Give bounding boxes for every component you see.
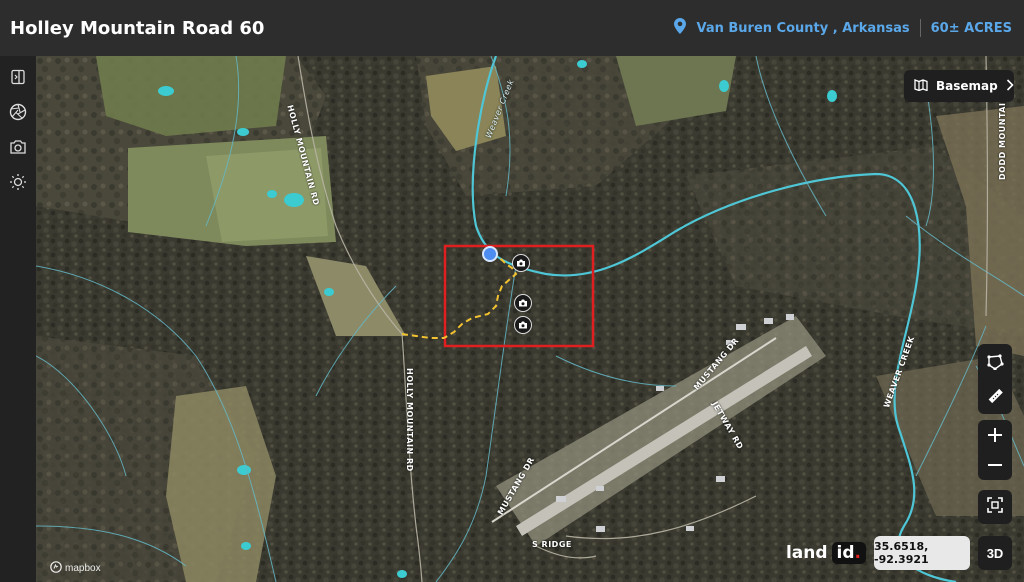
mapbox-label: mapbox bbox=[65, 563, 101, 574]
header-bar: Holley Mountain Road 60 Van Buren County… bbox=[0, 0, 1024, 56]
fullscreen-icon bbox=[987, 496, 1003, 518]
brand-land: land bbox=[785, 543, 828, 563]
camera-icon[interactable] bbox=[7, 136, 29, 158]
zoom-controls bbox=[978, 420, 1012, 480]
zoom-out-button[interactable] bbox=[987, 451, 1003, 479]
road-label-holly-mountain-south: HOLLY MOUNTAIN RD bbox=[405, 368, 414, 472]
photo-marker[interactable] bbox=[514, 316, 532, 334]
brand-id: id bbox=[836, 543, 855, 563]
aperture-icon[interactable] bbox=[7, 101, 29, 123]
draw-tools bbox=[978, 344, 1012, 414]
road-label-s-ridge: S RIDGE bbox=[532, 540, 572, 549]
mapbox-logo-icon bbox=[50, 561, 62, 576]
landid-logo: land id. bbox=[786, 542, 866, 564]
header-meta: Van Buren County , Arkansas 60± ACRES bbox=[674, 18, 1012, 38]
chevron-right-icon bbox=[1006, 78, 1014, 94]
basemap-label: Basemap bbox=[936, 79, 998, 93]
ruler-icon[interactable] bbox=[986, 381, 1004, 411]
map-canvas[interactable]: HOLLY MOUNTAIN RD HOLLY MOUNTAIN RD Weav… bbox=[36, 56, 1024, 582]
location-text: Van Buren County , Arkansas bbox=[696, 20, 910, 36]
left-toolbar bbox=[0, 56, 36, 582]
sidebar-toggle-icon[interactable] bbox=[7, 66, 29, 88]
page-title: Holley Mountain Road 60 bbox=[10, 17, 265, 39]
sun-icon[interactable] bbox=[7, 171, 29, 193]
coordinates-readout: 35.6518, -92.3921 bbox=[874, 536, 970, 570]
location-pin-marker[interactable] bbox=[482, 246, 498, 262]
location-pin-icon bbox=[674, 18, 687, 38]
view-3d-button[interactable]: 3D bbox=[978, 536, 1012, 570]
basemap-button[interactable]: Basemap bbox=[904, 70, 1014, 102]
mapbox-attribution: mapbox bbox=[50, 561, 101, 576]
photo-marker[interactable] bbox=[514, 294, 532, 312]
zoom-in-button[interactable] bbox=[987, 421, 1003, 449]
acreage-text: 60± ACRES bbox=[930, 20, 1012, 36]
fit-bounds-button[interactable] bbox=[978, 490, 1012, 524]
divider bbox=[919, 19, 921, 37]
photo-marker[interactable] bbox=[512, 254, 530, 272]
polygon-draw-icon[interactable] bbox=[986, 347, 1004, 377]
map-icon bbox=[914, 78, 928, 94]
